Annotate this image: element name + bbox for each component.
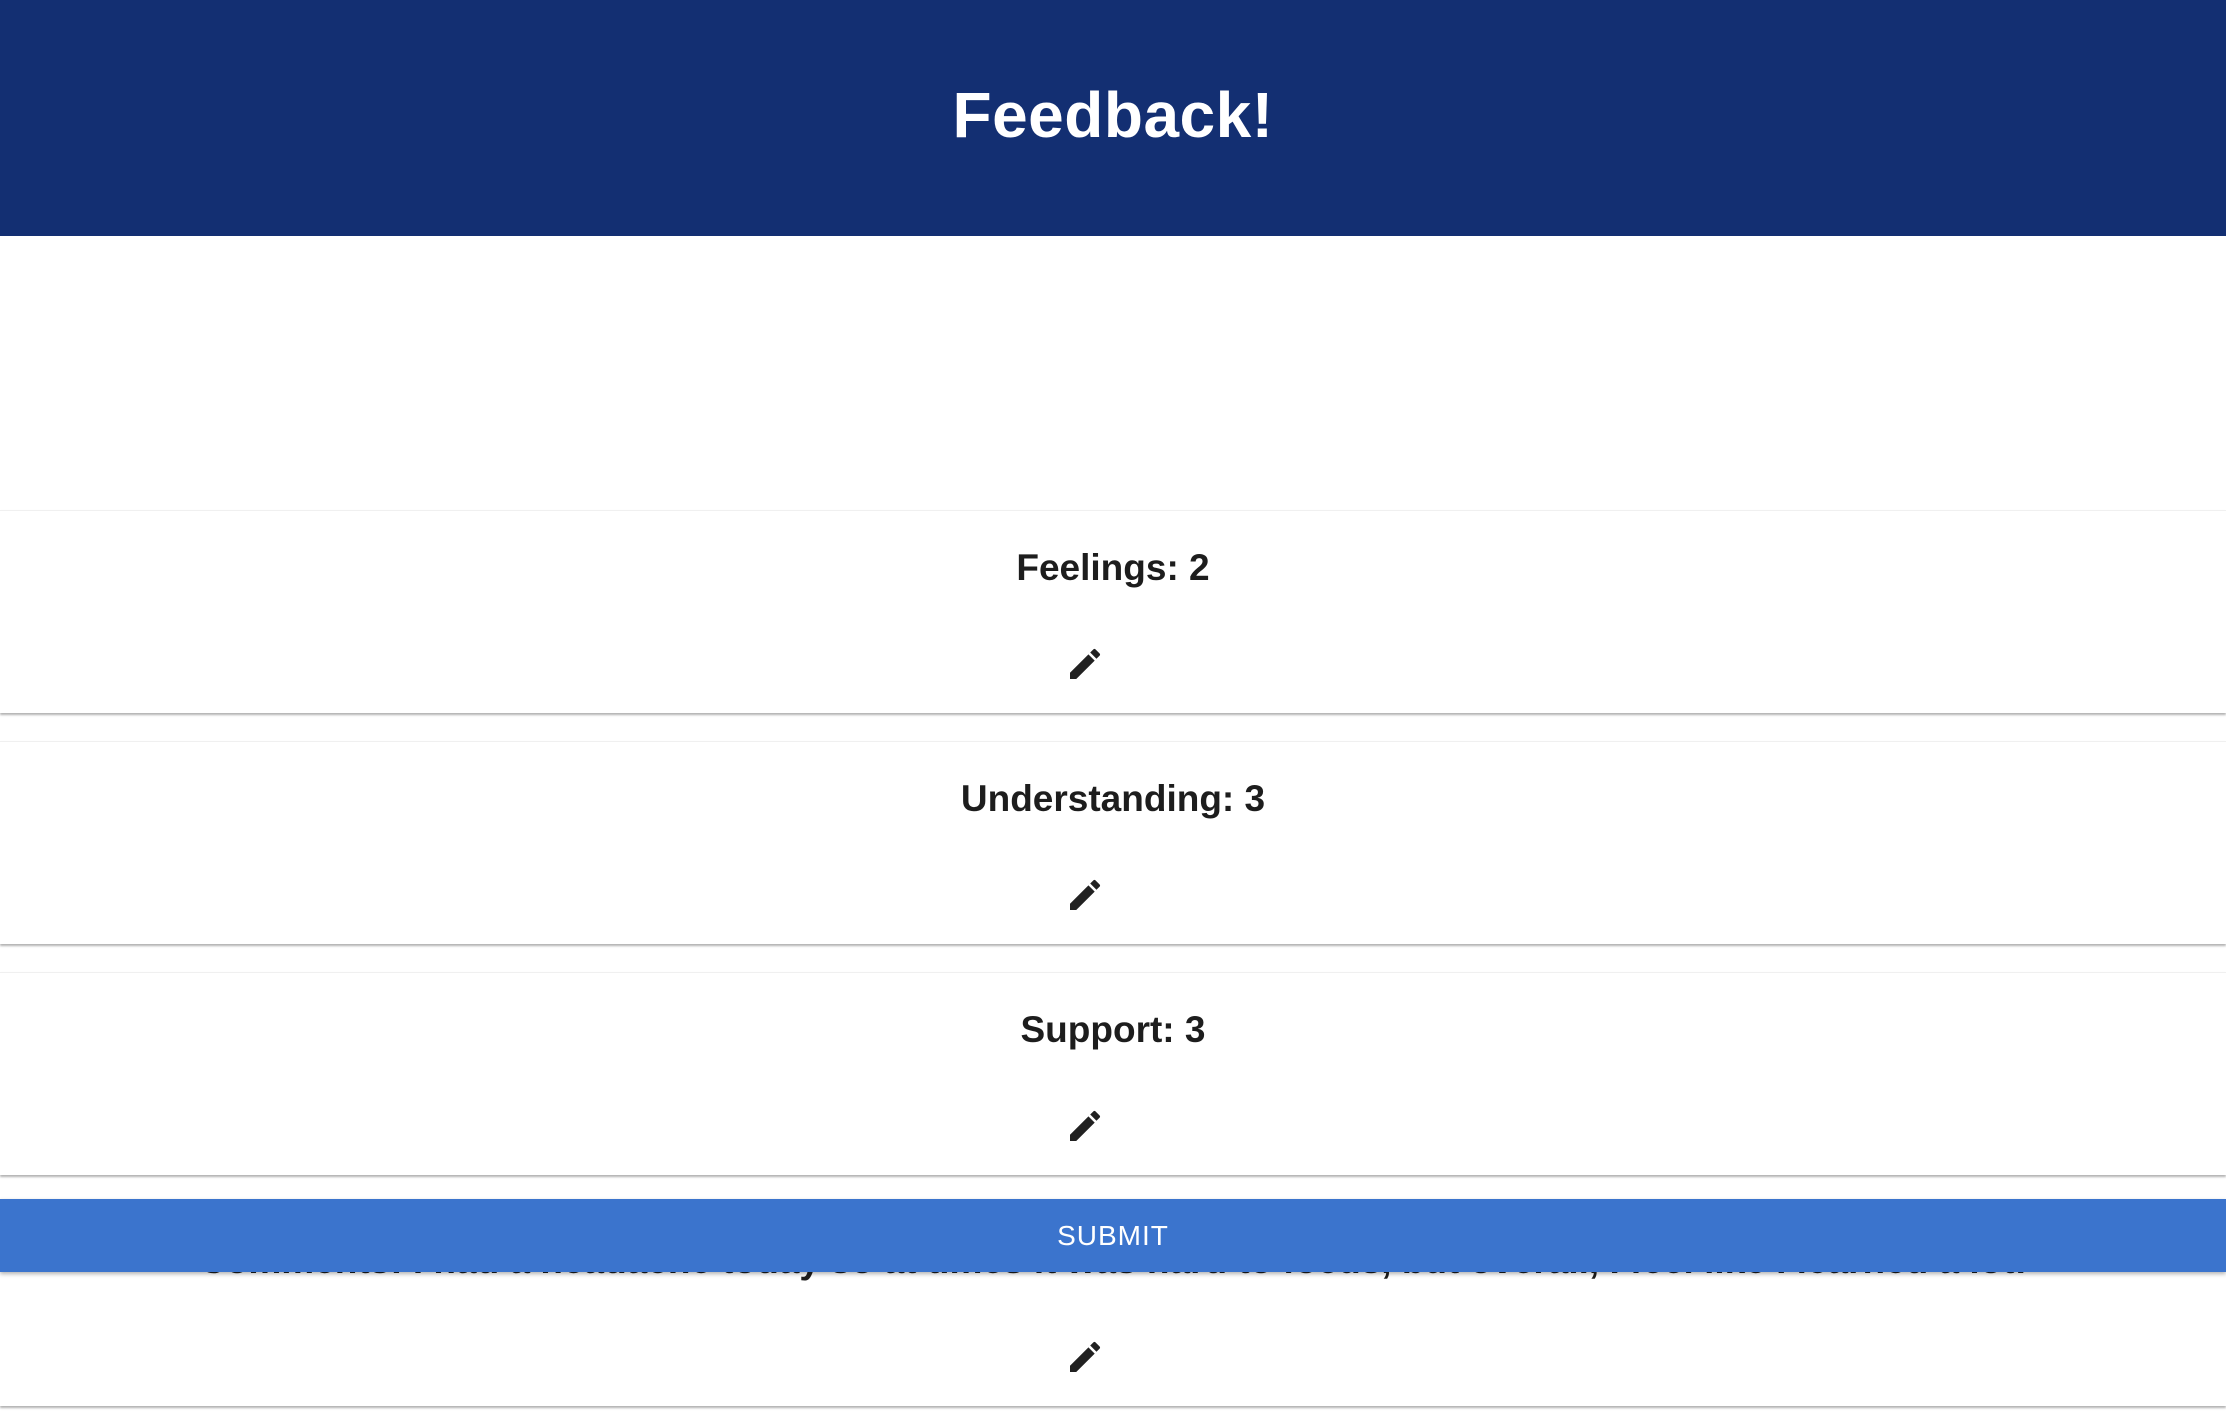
review-card-understanding: Understanding: 3 [0, 741, 2226, 944]
pencil-icon [1070, 1110, 1101, 1141]
pencil-icon [1070, 648, 1101, 679]
support-value: Support: 3 [1020, 1009, 1206, 1050]
review-card-support: Support: 3 [0, 972, 2226, 1175]
pencil-icon [1070, 1341, 1101, 1372]
edit-feelings-button[interactable] [1065, 644, 1105, 684]
understanding-value: Understanding: 3 [960, 778, 1266, 819]
review-card-feelings: Feelings: 2 [0, 510, 2226, 713]
page-title: Feedback! [952, 79, 1274, 151]
feelings-value: Feelings: 2 [1016, 547, 1210, 588]
edit-understanding-button[interactable] [1065, 875, 1105, 915]
edit-support-button[interactable] [1065, 1106, 1105, 1146]
pencil-icon [1070, 879, 1101, 910]
app-header: Feedback! [0, 0, 2226, 236]
edit-comments-button[interactable] [1065, 1337, 1105, 1377]
submit-button[interactable]: SUBMIT [0, 1199, 2226, 1272]
